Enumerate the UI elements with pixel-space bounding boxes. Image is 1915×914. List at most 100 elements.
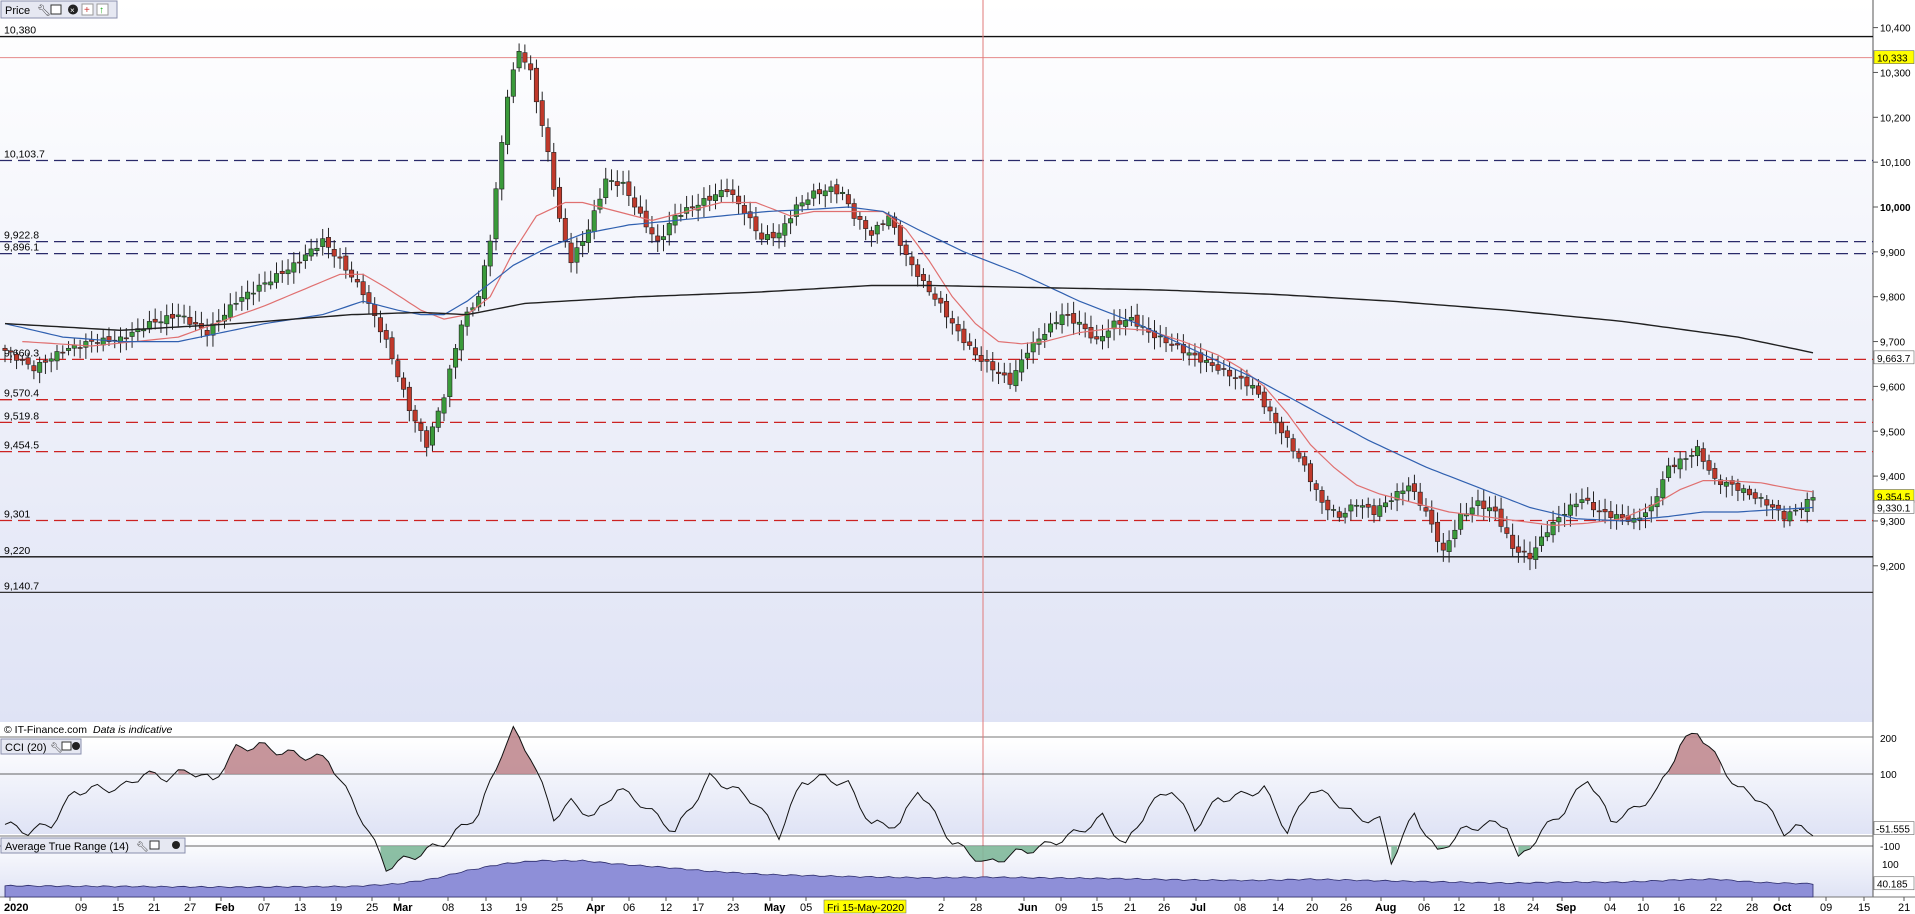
- candle-body: [170, 313, 176, 319]
- cci-panel-header[interactable]: CCI (20) 🔧︎: [0, 738, 82, 755]
- candle-body: [1527, 552, 1533, 560]
- candle-body: [1076, 321, 1082, 325]
- candle-body: [1267, 406, 1273, 412]
- candle-body: [585, 229, 591, 243]
- candle-body: [1059, 314, 1065, 326]
- candle-body: [753, 216, 759, 232]
- candle-body: [805, 199, 811, 205]
- candle-body: [1388, 500, 1394, 502]
- candle-body: [1677, 458, 1683, 470]
- x-tick-label: 22: [1710, 902, 1722, 914]
- candle-body: [1585, 497, 1591, 501]
- level-label: 9,140.7: [4, 580, 39, 592]
- x-tick-label: 06: [1418, 902, 1430, 914]
- close-icon[interactable]: [72, 742, 80, 750]
- candle-body: [1331, 509, 1337, 511]
- candle-body: [1030, 341, 1036, 353]
- candle-body: [1203, 360, 1209, 363]
- wrench-icon[interactable]: 🔧︎: [37, 4, 51, 17]
- candle-body: [1065, 314, 1071, 316]
- candle-body: [233, 302, 239, 305]
- x-tick-label: 2020: [4, 902, 28, 914]
- candle-body: [1157, 335, 1163, 338]
- candle-body: [377, 317, 383, 333]
- candle-body: [193, 322, 199, 325]
- candle-body: [505, 96, 511, 145]
- candle-body: [857, 216, 863, 220]
- window-icon[interactable]: [50, 4, 62, 15]
- candle-body: [845, 194, 851, 205]
- x-tick-label: 06: [623, 902, 635, 914]
- candle-body: [1452, 529, 1458, 540]
- x-tick-label: 25: [366, 902, 378, 914]
- candle-body: [840, 191, 846, 194]
- candle-body: [759, 232, 765, 240]
- attribution-source: © IT-Finance.com: [4, 724, 87, 736]
- candle-body: [620, 181, 626, 184]
- candle-body: [562, 217, 568, 242]
- candle-body: [510, 69, 516, 97]
- wrench-icon[interactable]: 🔧︎: [136, 841, 149, 853]
- candle-body: [435, 410, 441, 428]
- candle-body: [1261, 391, 1267, 408]
- candle-body: [181, 315, 187, 318]
- candle-body: [666, 223, 672, 236]
- candle-body: [626, 181, 632, 196]
- candle-body: [1590, 502, 1596, 511]
- candle-body: [1365, 503, 1371, 508]
- candle-body: [1377, 505, 1383, 517]
- cci-tick-label: -100: [1880, 842, 1900, 853]
- x-tick-label: 09: [75, 902, 87, 914]
- level-label: 10,380: [4, 25, 36, 37]
- candle-body: [770, 231, 776, 239]
- candle-body: [1319, 490, 1325, 503]
- candle-body: [1094, 336, 1100, 340]
- crosshair-date-label: Fri 15-May-2020: [827, 902, 904, 914]
- candle-body: [1435, 521, 1441, 542]
- price-panel-header[interactable]: Price 🔧︎ × + ↑: [0, 0, 118, 19]
- candle-body: [1192, 352, 1198, 356]
- candle-body: [499, 142, 505, 190]
- candle-body: [1406, 485, 1412, 492]
- atr-panel-header[interactable]: Average True Range (14) 🔧︎: [0, 837, 186, 854]
- candle-body: [811, 190, 817, 199]
- wrench-icon[interactable]: 🔧︎: [50, 742, 63, 754]
- candle-body: [730, 189, 736, 195]
- price-title: Price: [5, 5, 30, 17]
- level-label: 9,660.3: [4, 347, 39, 359]
- candle-body: [1013, 370, 1019, 387]
- candle-body: [1342, 512, 1348, 518]
- candle-body: [250, 292, 256, 295]
- candle-body: [1798, 508, 1804, 511]
- y-tick-label: 9,900: [1880, 248, 1905, 259]
- candle-body: [1758, 497, 1764, 499]
- candle-body: [343, 255, 349, 271]
- candle-body: [874, 224, 880, 235]
- window-icon[interactable]: [61, 741, 72, 751]
- candle-body: [262, 282, 268, 285]
- candle-body: [1810, 497, 1816, 501]
- level-label: 9,896.1: [4, 242, 39, 254]
- candle-body: [1689, 455, 1695, 457]
- price-label: 9,663.7: [1877, 354, 1911, 365]
- price-label: 10,333: [1877, 54, 1908, 65]
- candle-body: [401, 377, 407, 390]
- y-tick-label: 10,400: [1880, 24, 1911, 35]
- candle-body: [788, 218, 794, 224]
- close-icon[interactable]: [172, 841, 180, 849]
- x-tick-label: Jul: [1190, 902, 1206, 914]
- candle-body: [1515, 546, 1521, 553]
- x-tick-label: 20: [1306, 902, 1318, 914]
- candle-body: [678, 215, 684, 217]
- candle-body: [1209, 362, 1215, 366]
- candle-body: [522, 52, 528, 63]
- candle-body: [799, 202, 805, 207]
- candle-body: [314, 247, 320, 251]
- y-tick-label: 9,500: [1880, 427, 1905, 438]
- candle-body: [1504, 527, 1510, 534]
- candle-body: [903, 244, 909, 255]
- x-tick-label: 08: [442, 902, 454, 914]
- candle-body: [83, 341, 89, 348]
- window-icon[interactable]: [149, 840, 160, 850]
- x-tick-label: 26: [1340, 902, 1352, 914]
